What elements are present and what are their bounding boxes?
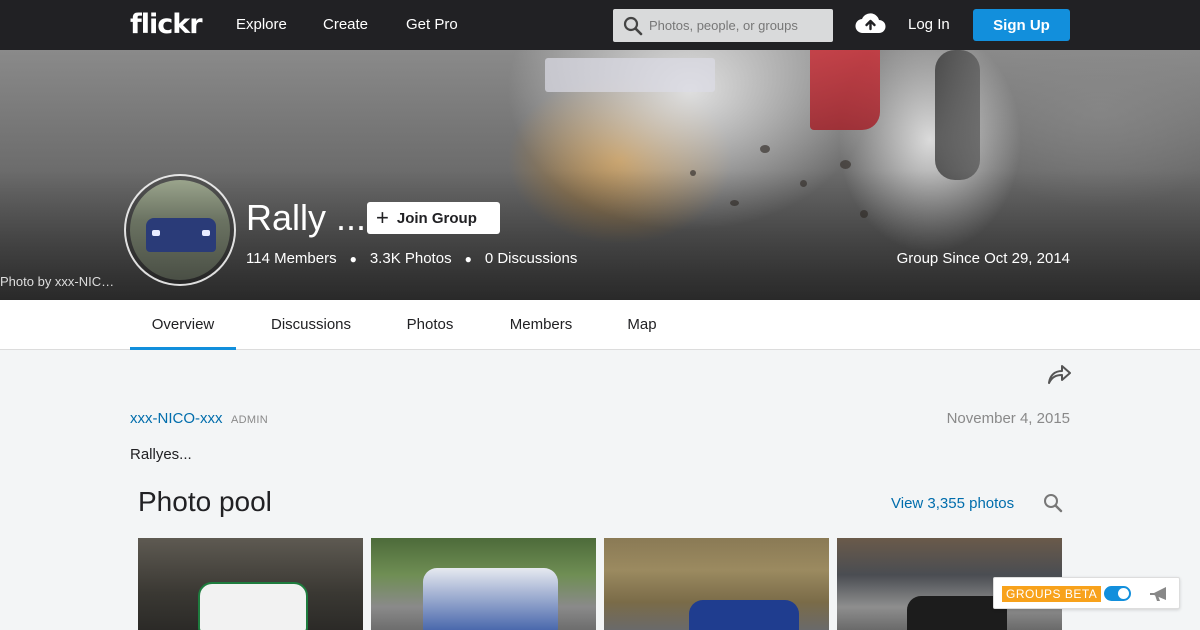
thumbnail-car: [689, 600, 799, 630]
group-avatar-image: [130, 180, 230, 280]
group-description: Rallyes...: [130, 446, 192, 463]
tab-map[interactable]: Map: [617, 300, 667, 350]
cover-image-detail: [840, 160, 851, 169]
nav-get-pro[interactable]: Get Pro: [406, 16, 458, 33]
flickr-logo[interactable]: flickr: [130, 9, 203, 40]
upload-cloud-icon[interactable]: [855, 11, 886, 35]
tab-overview[interactable]: Overview: [130, 300, 236, 350]
cover-image-detail: [760, 145, 770, 153]
search-icon: [623, 16, 643, 36]
login-link[interactable]: Log In: [908, 16, 950, 33]
discussions-count[interactable]: 0 Discussions: [485, 250, 578, 267]
thumbnail-car: [907, 596, 1007, 630]
post-author-link[interactable]: xxx-NICO-xxx: [130, 410, 223, 427]
group-since: Group Since Oct 29, 2014: [896, 250, 1070, 267]
join-group-button[interactable]: + Join Group: [367, 202, 500, 234]
nav-create[interactable]: Create: [323, 16, 368, 33]
beta-toggle[interactable]: [1104, 586, 1131, 601]
toggle-knob: [1118, 588, 1129, 599]
nav-explore[interactable]: Explore: [236, 16, 287, 33]
view-photos-link[interactable]: View 3,355 photos: [891, 495, 1014, 512]
tab-photos[interactable]: Photos: [393, 300, 467, 350]
cover-image-detail: [545, 58, 715, 92]
separator-dot: ●: [464, 251, 472, 266]
tab-members[interactable]: Members: [499, 300, 583, 350]
groups-beta-label: GROUPS BETA: [1002, 586, 1102, 602]
photo-thumbnail[interactable]: [604, 538, 829, 630]
thumbnail-car: [198, 582, 308, 630]
photo-pool-heading: Photo pool: [138, 486, 272, 517]
share-icon[interactable]: [1046, 362, 1072, 386]
search-input[interactable]: [649, 9, 829, 42]
group-avatar[interactable]: [124, 174, 236, 286]
members-count[interactable]: 114 Members: [246, 250, 337, 267]
post-date: November 4, 2015: [946, 410, 1070, 427]
group-tabs: Overview Discussions Photos Members Map: [0, 300, 1200, 350]
photo-credit[interactable]: Photo by xxx-NICO-xxx: [0, 274, 120, 289]
admin-badge: ADMIN: [231, 414, 268, 426]
join-group-label: Join Group: [396, 209, 477, 227]
cover-image-detail: [935, 50, 980, 180]
photo-thumbnail[interactable]: [371, 538, 596, 630]
search-box: [613, 9, 833, 42]
photos-count[interactable]: 3.3K Photos: [370, 250, 452, 267]
avatar-headlight: [202, 230, 210, 236]
top-navigation: flickr Explore Create Get Pro Log In Sig…: [0, 0, 1200, 50]
group-title: Rally ...: [246, 197, 367, 238]
megaphone-icon[interactable]: [1148, 584, 1172, 604]
cover-image-detail: [810, 50, 880, 130]
photo-thumbnail[interactable]: [138, 538, 363, 630]
signup-button[interactable]: Sign Up: [973, 9, 1070, 41]
group-stats: 114 Members ● 3.3K Photos ● 0 Discussion…: [246, 250, 577, 267]
separator-dot: ●: [349, 251, 357, 266]
groups-beta-widget: GROUPS BETA: [993, 577, 1180, 609]
tab-discussions[interactable]: Discussions: [258, 300, 364, 350]
search-icon[interactable]: [1043, 493, 1063, 513]
thumbnail-car: [423, 568, 558, 630]
avatar-headlight: [152, 230, 160, 236]
plus-icon: +: [376, 205, 389, 230]
